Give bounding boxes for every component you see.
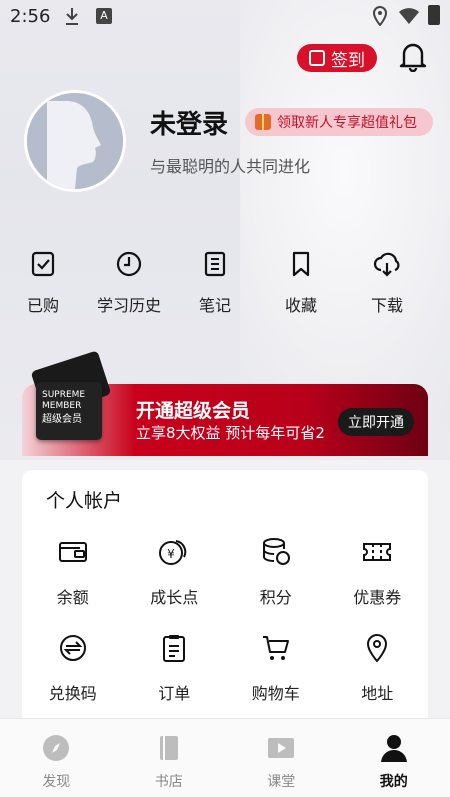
bookmark-icon (292, 251, 310, 277)
checkin-button[interactable]: 签到 (297, 44, 377, 72)
quick-item-label: 下载 (370, 296, 403, 315)
account-grid: 余额 ¥ 成长点 积分 优惠券 兑换码 订单 购物车 地址 (22, 536, 428, 728)
status-bar: 2:56 A (0, 0, 450, 34)
card-line-1: SUPREME (42, 390, 86, 400)
download-status-icon (66, 8, 78, 25)
account-item-growth[interactable]: ¥ 成长点 (124, 536, 226, 632)
a-badge-icon: A (96, 8, 112, 24)
status-time: 2:56 (10, 6, 51, 27)
vip-open-button[interactable]: 立即开通 (338, 408, 414, 436)
points-icon (262, 538, 290, 565)
cart-icon (262, 636, 289, 660)
account-item-label: 购物车 (251, 684, 300, 703)
account-item-balance[interactable]: 余额 (22, 536, 124, 632)
download-icon (373, 252, 400, 277)
notification-bell-icon[interactable] (398, 40, 428, 72)
account-item-redeem[interactable]: 兑换码 (22, 632, 124, 728)
growth-points-icon: ¥ (159, 540, 187, 565)
quick-item-download[interactable]: 下载 (344, 250, 430, 326)
quick-item-history[interactable]: 学习历史 (86, 250, 172, 326)
account-item-cart[interactable]: 购物车 (225, 632, 327, 728)
quick-item-label: 已购 (26, 296, 59, 315)
account-item-label: 地址 (361, 684, 394, 703)
calendar-check-icon (309, 50, 325, 66)
vip-subtitle: 立享8大权益 预计每年可省2 (136, 424, 325, 442)
new-user-gift-button[interactable]: 领取新人专享超值礼包 (245, 108, 433, 136)
nav-label: 我的 (379, 774, 408, 790)
avatar[interactable] (24, 90, 126, 192)
account-item-coupon[interactable]: 优惠券 (327, 536, 429, 632)
nav-label: 发现 (42, 774, 71, 790)
nav-classroom[interactable]: 课堂 (225, 719, 338, 797)
compass-icon (43, 735, 70, 761)
quick-item-label: 学习历史 (96, 296, 161, 315)
nav-mine[interactable]: 我的 (338, 719, 450, 797)
quick-item-notes[interactable]: 笔记 (172, 250, 258, 326)
gift-icon (255, 114, 271, 130)
nav-bookstore[interactable]: 书店 (113, 719, 226, 797)
svg-text:¥: ¥ (167, 547, 175, 561)
nav-label: 书店 (154, 774, 183, 790)
nav-label: 课堂 (267, 774, 296, 790)
video-play-icon (268, 738, 295, 758)
checkin-label: 签到 (331, 50, 365, 71)
location-status-icon (372, 6, 388, 26)
account-item-label: 优惠券 (353, 588, 402, 607)
coupon-icon (363, 543, 392, 561)
quick-item-purchased[interactable]: 已购 (0, 250, 86, 326)
account-item-label: 余额 (56, 588, 89, 607)
balance-icon (58, 542, 87, 562)
bottom-navigation: 发现 书店 课堂 我的 (0, 718, 450, 797)
account-panel: 个人帐户 余额 ¥ 成长点 积分 优惠券 兑换码 订单 购物车 地址 (22, 470, 428, 730)
gift-promo-label: 领取新人专享超值礼包 (277, 115, 417, 131)
tagline: 与最聪明的人共同进化 (150, 157, 311, 176)
nav-discover[interactable]: 发现 (0, 719, 113, 797)
card-cn-label: 超级会员 (42, 414, 82, 425)
book-icon (159, 736, 178, 760)
username-label[interactable]: 未登录 (150, 104, 228, 141)
quick-item-label: 笔记 (198, 296, 231, 315)
quick-actions-row: 已购 学习历史 笔记 收藏 下载 (0, 250, 450, 326)
orders-icon (163, 635, 186, 662)
account-item-points[interactable]: 积分 (225, 536, 327, 632)
account-item-label: 成长点 (150, 588, 199, 607)
battery-icon (428, 5, 440, 25)
person-icon (380, 735, 407, 762)
account-item-label: 积分 (259, 588, 292, 607)
member-card-front: SUPREME MEMBER 超级会员 (36, 382, 102, 440)
vip-title: 开通超级会员 (136, 400, 251, 422)
card-line-2: MEMBER (42, 401, 82, 411)
quick-item-bookmark[interactable]: 收藏 (258, 250, 344, 326)
default-avatar-icon (27, 93, 123, 189)
wifi-icon (399, 8, 419, 24)
account-item-label: 订单 (158, 684, 191, 703)
account-item-address[interactable]: 地址 (327, 632, 429, 728)
redeem-code-icon (59, 635, 86, 661)
quick-item-label: 收藏 (284, 296, 317, 315)
account-item-label: 兑换码 (48, 684, 97, 703)
address-icon (367, 633, 388, 663)
account-item-orders[interactable]: 订单 (124, 632, 226, 728)
purchased-icon (31, 251, 55, 277)
notes-icon (204, 251, 226, 277)
history-icon (116, 251, 142, 277)
account-title: 个人帐户 (46, 490, 123, 512)
